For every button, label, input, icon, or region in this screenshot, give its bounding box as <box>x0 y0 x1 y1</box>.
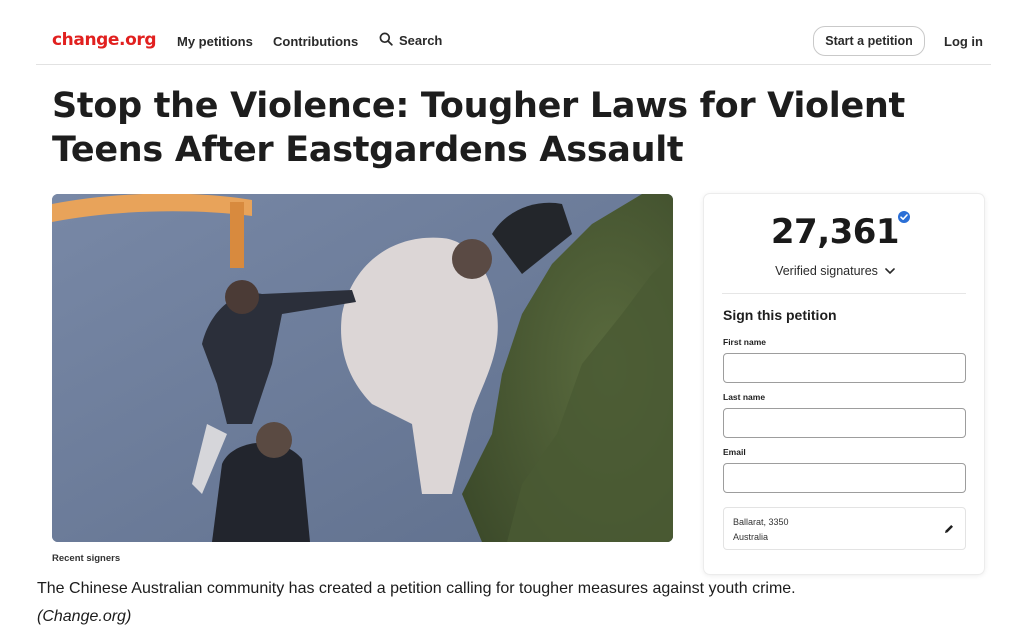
petition-video[interactable] <box>52 194 673 542</box>
nav-contributions[interactable]: Contributions <box>273 34 358 49</box>
last-name-label: Last name <box>723 392 766 402</box>
sign-petition-card: 27,361 Verified signatures Sign this pet… <box>704 194 984 574</box>
verified-badge-icon <box>897 210 911 229</box>
search-icon <box>379 32 393 49</box>
location-city: Ballarat, 3350 <box>733 517 789 527</box>
nav-search[interactable]: Search <box>379 32 442 49</box>
location-country: Australia <box>733 532 769 542</box>
email-field[interactable] <box>723 463 966 493</box>
location-box[interactable]: Ballarat, 3350 Australia <box>723 507 966 550</box>
last-name-field[interactable] <box>723 408 966 438</box>
email-label: Email <box>723 447 746 457</box>
verified-signatures-label: Verified signatures <box>775 264 878 278</box>
chevron-down-icon <box>885 264 895 278</box>
verified-signatures-toggle[interactable]: Verified signatures <box>704 264 966 278</box>
login-link[interactable]: Log in <box>944 34 983 49</box>
start-petition-button[interactable]: Start a petition <box>813 26 925 56</box>
change-org-logo[interactable]: change.org <box>52 30 157 50</box>
nav-my-petitions[interactable]: My petitions <box>177 34 253 49</box>
first-name-field[interactable] <box>723 353 966 383</box>
search-label: Search <box>399 33 443 48</box>
signature-count: 27,361 <box>770 212 900 252</box>
image-credit: (Change.org) <box>37 608 132 625</box>
sign-petition-heading: Sign this petition <box>723 307 837 323</box>
video-frame-image <box>52 194 673 542</box>
image-caption: The Chinese Australian community has cre… <box>37 580 796 597</box>
petition-title: Stop the Violence: Tougher Laws for Viol… <box>52 86 905 170</box>
first-name-label: First name <box>723 337 766 347</box>
pencil-icon[interactable] <box>943 522 955 540</box>
card-divider <box>722 293 966 294</box>
recent-signers-label: Recent signers <box>52 553 121 564</box>
site-header: change.org My petitions Contributions Se… <box>36 22 991 65</box>
